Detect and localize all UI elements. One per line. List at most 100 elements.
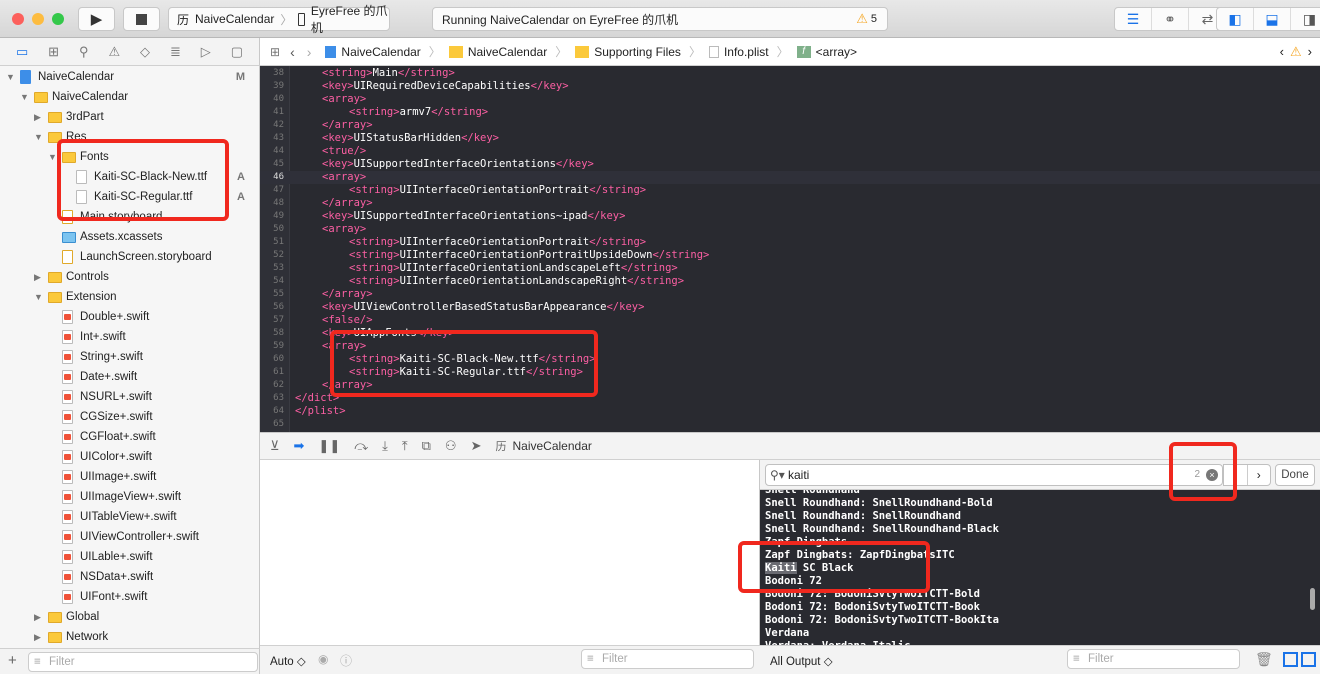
crumb-group[interactable]: NaiveCalendar (448, 45, 547, 59)
navigator-item[interactable]: ▼ Extension (0, 287, 259, 307)
disclosure-collapsed-icon[interactable]: ▶ (34, 632, 41, 643)
report-navigator-icon[interactable]: ▢ (231, 44, 243, 60)
navigator-item[interactable]: ▶ Controls (0, 267, 259, 287)
crumb-array[interactable]: f <array> (796, 45, 857, 59)
clear-search-icon[interactable]: × (1206, 469, 1218, 481)
navigator-item[interactable]: ▶ 3rdPart (0, 107, 259, 127)
xml-tag: <key> (322, 210, 354, 222)
disclosure-expanded-icon[interactable]: ▼ (34, 292, 43, 302)
navigator-item[interactable]: NSData+.swift (0, 567, 259, 587)
breakpoint-navigator-icon[interactable]: ▷ (201, 44, 211, 60)
memory-graph-icon[interactable]: ⚇ (445, 438, 457, 454)
warning-icon[interactable]: ⚠ (1290, 44, 1302, 60)
navigator-item[interactable]: ▼ NaiveCalendar M (0, 67, 259, 87)
done-button[interactable]: Done (1275, 464, 1315, 486)
info-icon[interactable]: ⓘ (340, 652, 352, 669)
navigator-item[interactable]: ▼ Fonts (0, 147, 259, 167)
variables-scope-select[interactable]: Auto ◇ (270, 654, 306, 668)
navigator-item[interactable]: Assets.xcassets (0, 227, 259, 247)
disclosure-expanded-icon[interactable]: ▼ (20, 92, 29, 102)
debug-area-toggle-icon[interactable]: ⬓ (1254, 8, 1291, 30)
issue-navigator-icon[interactable]: ⚠ (108, 44, 120, 60)
find-navigator-icon[interactable]: ⚲ (79, 44, 89, 60)
minimize-window-button[interactable] (32, 13, 44, 25)
variables-filter-input[interactable]: Filter (581, 649, 754, 669)
source-editor[interactable]: 38 <string>Main</string> 39 <key>UIRequired… (260, 66, 1320, 432)
crumb-supporting-files[interactable]: Supporting Files (575, 45, 681, 59)
view-hierarchy-icon[interactable]: ⧉ (422, 438, 431, 454)
navigator-item[interactable]: Int+.swift (0, 327, 259, 347)
disclosure-expanded-icon[interactable]: ▼ (48, 152, 57, 162)
add-icon[interactable]: + (8, 652, 17, 669)
crumb-info-plist[interactable]: Info.plist (708, 45, 769, 59)
assistant-editor-icon[interactable]: ⚭ (1152, 8, 1189, 30)
next-issue-button[interactable]: › (1308, 44, 1312, 60)
disclosure-collapsed-icon[interactable]: ▶ (34, 112, 41, 123)
navigator-filter-input[interactable]: Filter (28, 652, 258, 672)
navigator-item[interactable]: UIFont+.swift (0, 587, 259, 607)
related-items-icon[interactable]: ⊞ (270, 45, 280, 59)
navigator-item[interactable]: ▼ NaiveCalendar (0, 87, 259, 107)
output-select[interactable]: All Output ◇ (770, 654, 833, 668)
trash-icon[interactable]: 🗑 (1255, 651, 1273, 668)
previous-issue-button[interactable]: ‹ (1280, 44, 1284, 60)
crumb-project[interactable]: NaiveCalendar (325, 45, 421, 59)
forward-button[interactable]: › (307, 44, 312, 60)
pause-icon[interactable]: ❚❚ (318, 438, 340, 454)
console-filter-input[interactable]: Filter (1067, 649, 1240, 669)
navigator-item[interactable]: Kaiti-SC-Black-New.ttf A (0, 167, 259, 187)
next-match-button[interactable]: › (1248, 465, 1271, 485)
console-scrollbar[interactable] (1310, 588, 1315, 610)
navigator-item[interactable]: UIImage+.swift (0, 467, 259, 487)
disclosure-collapsed-icon[interactable]: ▶ (34, 272, 41, 283)
step-out-icon[interactable]: ⤒ (402, 438, 408, 454)
navigator-item[interactable]: Date+.swift (0, 367, 259, 387)
back-button[interactable]: ‹ (290, 44, 295, 60)
show-console-icon[interactable] (1301, 652, 1316, 667)
step-in-icon[interactable]: ⤓ (382, 438, 388, 454)
disclosure-collapsed-icon[interactable]: ▶ (34, 612, 41, 623)
symbol-navigator-icon[interactable]: ⊞ (48, 44, 59, 60)
navigator-item[interactable]: Double+.swift (0, 307, 259, 327)
test-navigator-icon[interactable]: ◇ (140, 44, 150, 60)
location-icon[interactable]: ➤ (471, 438, 482, 454)
navigator-item[interactable]: CGSize+.swift (0, 407, 259, 427)
navigator-item[interactable]: NSURL+.swift (0, 387, 259, 407)
navigator-item[interactable]: UIImageView+.swift (0, 487, 259, 507)
navigator-toggle-icon[interactable]: ◧ (1217, 8, 1254, 30)
disclosure-expanded-icon[interactable]: ▼ (6, 72, 15, 82)
previous-match-button[interactable]: ‹ (1224, 465, 1248, 485)
utilities-toggle-icon[interactable]: ◨ (1291, 8, 1320, 30)
step-over-icon[interactable]: ⤼ (354, 438, 368, 454)
navigator-item[interactable]: UITableView+.swift (0, 507, 259, 527)
disclosure-expanded-icon[interactable]: ▼ (34, 132, 43, 142)
quick-look-icon[interactable]: ◉ (318, 652, 328, 666)
navigator-item[interactable]: Main.storyboard (0, 207, 259, 227)
run-button[interactable]: ▶ (78, 7, 115, 31)
hide-debug-area-icon[interactable]: ⊻ (270, 438, 280, 454)
breakpoints-toggle-icon[interactable]: ➡ (294, 438, 305, 454)
zoom-window-button[interactable] (52, 13, 64, 25)
navigator-item[interactable]: UIColor+.swift (0, 447, 259, 467)
navigator-item[interactable]: CGFloat+.swift (0, 427, 259, 447)
navigator-item[interactable]: UIViewController+.swift (0, 527, 259, 547)
standard-editor-icon[interactable]: ☰ (1115, 8, 1152, 30)
navigator-item[interactable]: Kaiti-SC-Regular.ttf A (0, 187, 259, 207)
scheme-selector[interactable]: 历 NaiveCalendar 〉 EyreFree 的爪机 (168, 4, 390, 35)
debug-navigator-icon[interactable]: ≣ (170, 44, 181, 60)
warnings-indicator[interactable]: ⚠ 5 (856, 11, 877, 27)
navigator-item-label: Controls (66, 271, 109, 283)
console-output[interactable]: Snell Roundhand Snell Roundhand: SnellRou… (760, 460, 1320, 645)
console-search-input[interactable]: ⚲▾ kaiti 2 × (765, 464, 1223, 486)
show-variables-icon[interactable] (1283, 652, 1298, 667)
stop-button[interactable] (123, 7, 160, 31)
navigator-item[interactable]: ▼ Res (0, 127, 259, 147)
navigator-item[interactable]: LaunchScreen.storyboard (0, 247, 259, 267)
navigator-item[interactable]: ▶ Network (0, 627, 259, 647)
navigator-item[interactable]: String+.swift (0, 347, 259, 367)
navigator-item[interactable]: ▶ Global (0, 607, 259, 627)
close-window-button[interactable] (12, 13, 24, 25)
line-number: 64 (273, 406, 284, 416)
project-navigator-icon[interactable]: ▭ (16, 44, 28, 60)
navigator-item[interactable]: UILable+.swift (0, 547, 259, 567)
